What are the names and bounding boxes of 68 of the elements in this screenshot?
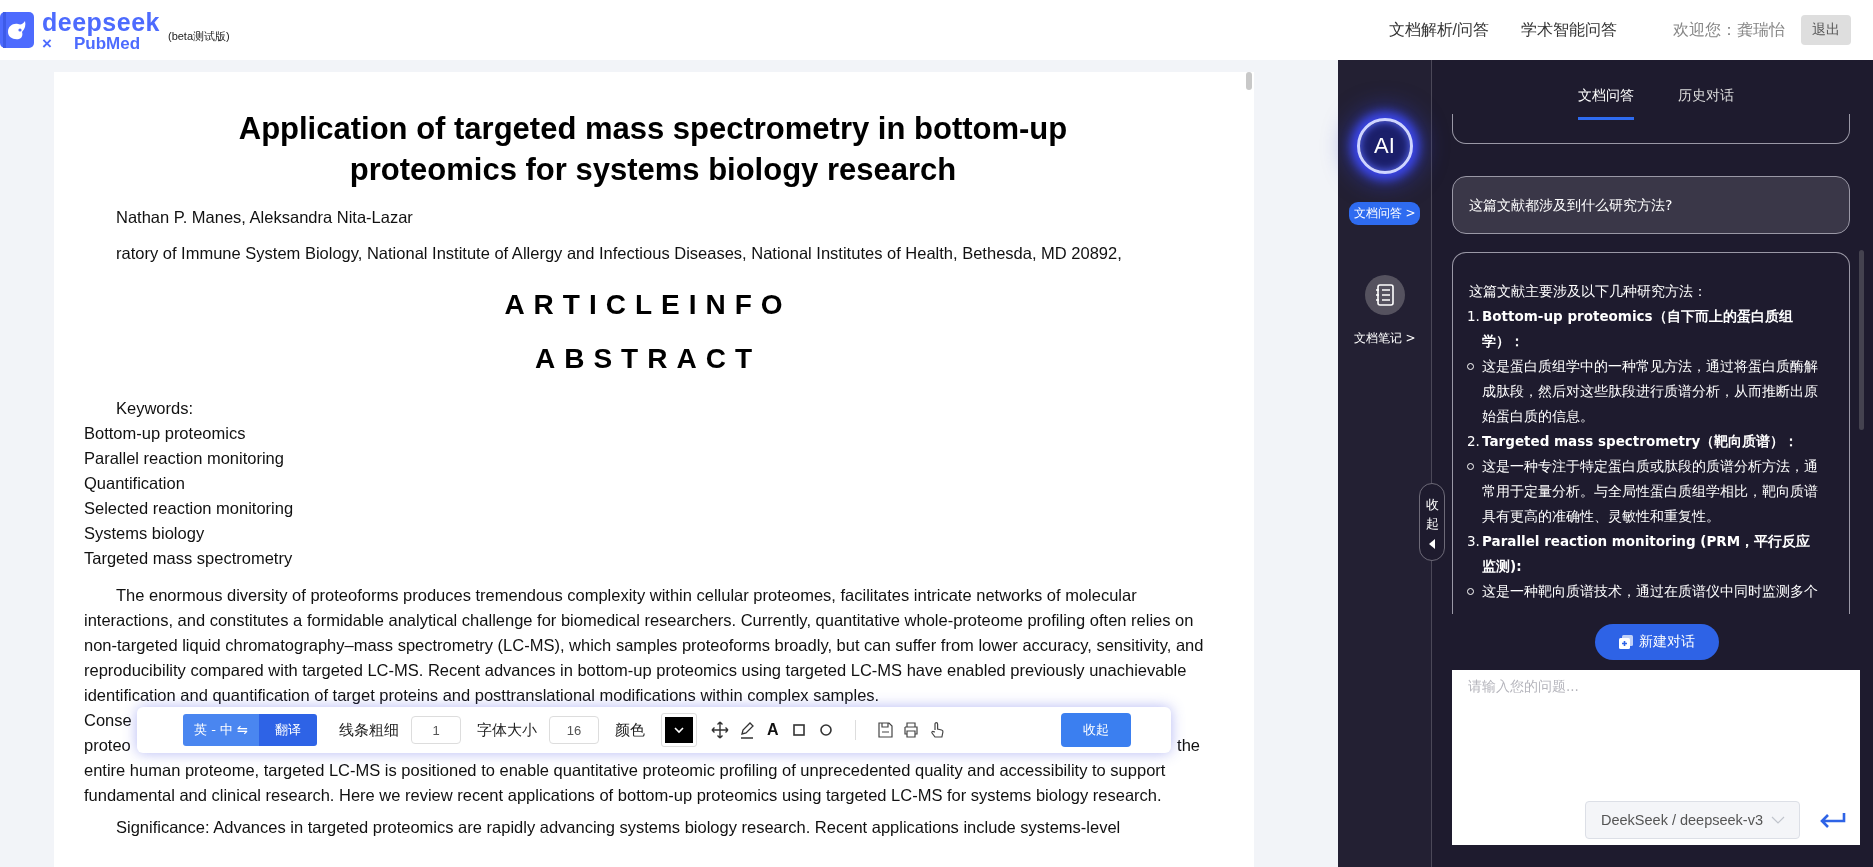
scrollbar-thumb[interactable] bbox=[1246, 72, 1252, 90]
answer-text: 这篇文献主要涉及以下几种研究方法： bbox=[1469, 282, 1708, 301]
number-input[interactable]: 1 bbox=[411, 716, 461, 744]
chevron-down-icon bbox=[1771, 816, 1785, 824]
caret-left-icon bbox=[1429, 539, 1435, 549]
move-icon[interactable] bbox=[711, 721, 729, 739]
tab[interactable]: 文档问答 bbox=[1578, 84, 1634, 120]
keyword-text: Parallel reaction monitoring bbox=[84, 448, 285, 469]
new-chat-button[interactable]: 新建对话 bbox=[1595, 624, 1719, 660]
ai-orb-badge[interactable]: AI bbox=[1356, 118, 1413, 174]
text-fragment: the bbox=[1177, 735, 1200, 756]
send-enter-icon[interactable] bbox=[1820, 812, 1846, 828]
list-number: 3. bbox=[1467, 532, 1481, 551]
collapse-button[interactable]: 收起 bbox=[1061, 713, 1131, 747]
keywords-label: Keywords: bbox=[115, 398, 195, 419]
keyword-text: Bottom-up proteomics bbox=[84, 423, 247, 444]
section-heading: ARTICLEINFO bbox=[503, 288, 793, 322]
keyword-text: Systems biology bbox=[84, 523, 206, 544]
chevron-down-icon bbox=[673, 726, 685, 734]
significance-paragraph: Significance: Advances in targeted proteomics are rapidly advancing systems biology research. Recent applications include systems-level bbox=[115, 817, 1122, 838]
sidebar-link[interactable]: 文档问答 > bbox=[1348, 202, 1421, 225]
abstract-paragraph: entire human proteome, targeted LC-MS is positioned to enable quantitative proteomic profiling of unprecedented quality and accessibility to support fundamental and clinical research. Here we review recent applications of bottom-up proteomics using targeted LC-MS for systems biology research. bbox=[84, 760, 1167, 806]
logo-partner-name: PubMed bbox=[73, 35, 141, 53]
pen-icon[interactable] bbox=[738, 721, 756, 739]
author-list: Nathan P. Manes, Aleksandra Nita-Lazar bbox=[84, 205, 1212, 230]
document-title: Application of targeted mass spectrometry in bottom-up proteomics for systems biology research bbox=[237, 110, 1069, 189]
printer-icon[interactable] bbox=[901, 721, 920, 739]
nav-link[interactable]: 学术智能问答 bbox=[1521, 19, 1617, 41]
translate-button[interactable]: 翻译 bbox=[259, 714, 317, 746]
field-label: 字体大小 bbox=[477, 720, 537, 740]
list-number: 2. bbox=[1467, 432, 1481, 451]
add-document-icon bbox=[1619, 635, 1633, 649]
logo-wordmark: deepseek bbox=[42, 9, 160, 35]
text-tool-button[interactable]: A bbox=[765, 721, 781, 739]
language-toggle-button[interactable]: 英 - 中 ⇋ bbox=[183, 714, 259, 746]
answer-heading: Bottom-up proteomics（自下而上的蛋白质组学）： bbox=[1482, 307, 1794, 351]
text-fragment: Conse bbox=[84, 710, 132, 731]
field-label: 颜色 bbox=[615, 720, 645, 740]
model-select[interactable]: DeekSeek / deepseek-v3 bbox=[1585, 801, 1800, 839]
affiliation-text: ratory of Immune System Biology, National Institute of Allergy and Infectious Diseases, National Institutes of Health, Bethesda, MD 20892, bbox=[115, 243, 1123, 264]
logo-cross-mark: × bbox=[42, 35, 52, 53]
question-text: 这篇文献都涉及到什么研究方法? bbox=[1469, 196, 1674, 215]
keyword-text: Targeted mass spectrometry bbox=[84, 548, 294, 569]
tab[interactable]: 历史对话 bbox=[1678, 84, 1734, 120]
answer-heading: Targeted mass spectrometry（靶向质谱）： bbox=[1482, 432, 1799, 451]
answer-text: 这是蛋白质组学中的一种常见方法，通过将蛋白质酶解成肽段，然后对这些肽段进行质谱分析，从而推断出原始蛋白质的信息。 bbox=[1482, 357, 1819, 426]
question-input-area[interactable]: 请输入您的问题... DeekSeek / deepseek-v3 bbox=[1452, 670, 1860, 845]
number-input[interactable]: 16 bbox=[549, 716, 599, 744]
answer-text: 这是一种靶向质谱技术，通过在质谱仪中同时监测多个 bbox=[1482, 582, 1818, 601]
notes-button[interactable] bbox=[1364, 275, 1405, 315]
keyword-text: Quantification bbox=[84, 473, 186, 494]
logout-button[interactable]: 退出 bbox=[1801, 15, 1851, 45]
scrollbar-thumb[interactable] bbox=[1859, 250, 1864, 430]
answer-text: 这是一种专注于特定蛋白质或肽段的质谱分析方法，通常用于定量分析。与全局性蛋白质组学相比，靶向质谱具有更高的准确性、灵敏性和重复性。 bbox=[1482, 457, 1819, 526]
section-heading: ABSTRACT bbox=[534, 342, 762, 376]
text-fragment: proteo bbox=[84, 735, 131, 756]
answer-heading: Parallel reaction monitoring (PRM，平行反应监测): bbox=[1482, 532, 1812, 576]
user-greeting: 欢迎您：龚瑞怡 bbox=[1673, 19, 1785, 40]
list-number: 1. bbox=[1467, 307, 1481, 326]
keyword-text: Selected reaction monitoring bbox=[84, 498, 295, 519]
collapse-handle[interactable]: 收起 bbox=[1419, 483, 1445, 561]
field-label: 线条粗细 bbox=[339, 720, 399, 740]
sidebar-link[interactable]: 文档笔记 > bbox=[1348, 327, 1421, 350]
beta-label: (beta测试版) bbox=[167, 29, 230, 44]
color-picker[interactable] bbox=[661, 713, 697, 747]
notebook-icon bbox=[1374, 284, 1395, 306]
abstract-paragraph: The enormous diversity of proteoforms produces tremendous complexity within cellular proteomes, facilitates intricate networks of molecular interactions, and constitutes a formidable analytical challenge for biomedical researchers. Currently, quantitative whole-proteome profiling often relies on non-targeted liquid chromatography–mass spectrometry (LC-MS), which samples proteoforms broadly, but can suffer from lower accuracy, sensitivity, and reproducibility compared with targeted LC-MS. Recent advances in bottom-up proteomics using targeted LC-MS have enabled previously unachievable identification and quantification of target proteins and posttranslational modifications within complex samples. bbox=[84, 585, 1205, 706]
nav-link[interactable]: 文档解析/问答 bbox=[1388, 19, 1489, 41]
